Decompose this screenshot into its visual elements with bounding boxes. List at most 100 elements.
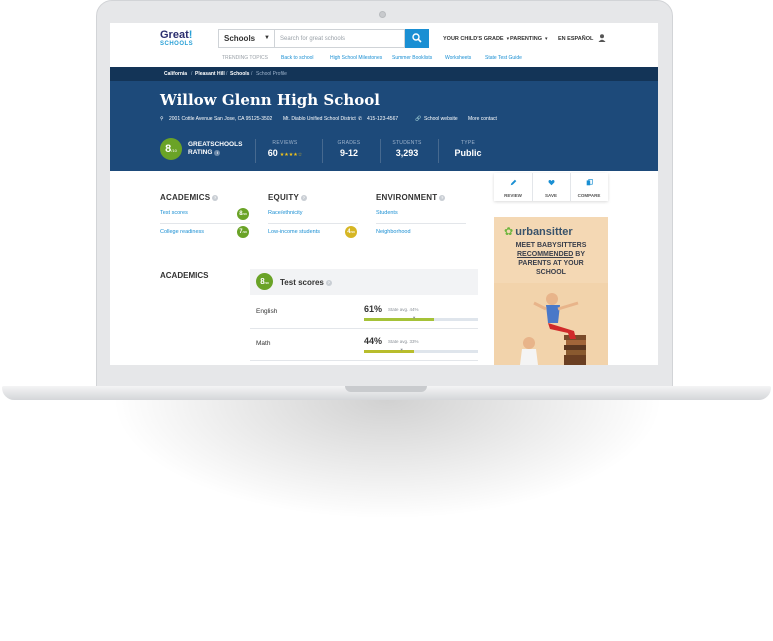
logo-bang: ! (188, 29, 193, 41)
chevron-down-icon: ▾ (506, 36, 510, 42)
compare-button[interactable]: COMPARE (570, 173, 608, 201)
camera-icon (379, 11, 386, 18)
stat-type: TYPE Public (433, 140, 503, 158)
rating-label: GREATSCHOOLS RATING i (188, 141, 242, 157)
help-icon[interactable]: ? (439, 195, 446, 201)
help-icon[interactable]: ? (325, 280, 332, 286)
rating-suffix: /10 (171, 148, 177, 153)
trending-link[interactable]: Summer Booklists (392, 55, 432, 61)
flower-icon: ✿ (504, 226, 514, 238)
breadcrumb-separator: / (226, 71, 228, 77)
school-district[interactable]: Mt. Diablo Unified School District (283, 116, 356, 122)
breadcrumb-item[interactable]: Pleasant Hill (195, 71, 225, 77)
score-bar-fill (364, 350, 415, 353)
divider (268, 223, 358, 224)
review-button[interactable]: REVIEW (494, 173, 532, 201)
trending-link[interactable]: State Test Guide (485, 55, 522, 61)
trending-link[interactable]: High School Milestones (330, 55, 382, 61)
pencil-icon (510, 179, 516, 186)
school-website-link[interactable]: School website (424, 116, 458, 122)
category-link-neighborhood[interactable]: Neighborhood (376, 229, 411, 235)
ad-line: SCHOOL (536, 269, 566, 276)
state-average-marker-icon: ▼ (412, 315, 417, 320)
breadcrumb-current: School Profile (256, 71, 287, 77)
breadcrumb-separator: / (251, 71, 253, 77)
search-input[interactable]: Search for great schools (275, 29, 405, 48)
panel-header: 8/10 Test scores? (250, 269, 478, 295)
site-header: Great! SCHOOLS Schools ▼ Search for great… (110, 23, 658, 67)
screen: Great! SCHOOLS Schools ▼ Search for great… (110, 23, 658, 365)
state-average: State avg. 33% (388, 339, 419, 344)
category-link-college-readiness[interactable]: College readiness (160, 229, 204, 235)
score-bar (364, 350, 478, 353)
breadcrumb-item[interactable]: Schools (230, 71, 249, 77)
heart-icon (548, 180, 554, 186)
search-type-select[interactable]: Schools ▼ (218, 29, 275, 48)
rating-badge: 8/10 (237, 208, 249, 220)
laptop-notch (345, 386, 427, 392)
score-value: 61% (364, 304, 383, 314)
nav-label: YOUR CHILD'S GRADE (443, 36, 504, 42)
panel-title: Test scores (280, 278, 324, 287)
greatschools-logo[interactable]: Great! SCHOOLS (160, 29, 202, 48)
category-link-students[interactable]: Students (376, 210, 398, 216)
action-bar: REVIEW SAVE COMPARE (494, 173, 608, 201)
category-link-race-ethnicity[interactable]: Race/ethnicity (268, 210, 303, 216)
phone-icon: ✆ (358, 116, 363, 122)
stat-value: Public (454, 148, 482, 158)
ad-photo-illustration (494, 283, 608, 365)
rating-label-line: RATING (188, 149, 213, 156)
action-label: COMPARE (577, 193, 601, 198)
more-contact-link[interactable]: More contact (468, 116, 497, 122)
ad-copy: MEET BABYSITTERS RECOMMENDED BY PARENTS … (494, 241, 608, 277)
school-address[interactable]: 2001 Cottle Avenue San Jose, CA 95125-35… (169, 116, 272, 122)
save-button[interactable]: SAVE (532, 173, 570, 201)
ad-line: MEET BABYSITTERS (515, 242, 587, 249)
school-phone[interactable]: 415-123-4567 (367, 116, 398, 122)
category-link-low-income[interactable]: Low-income students (268, 229, 320, 235)
help-icon[interactable]: ? (212, 195, 219, 201)
info-icon[interactable]: i (214, 150, 221, 156)
trending-link[interactable]: Worksheets (445, 55, 471, 61)
score-value: 44% (364, 336, 383, 346)
star-rating-icon: ★★★★☆ (279, 152, 303, 158)
nav-espanol[interactable]: EN ESPAÑOL (558, 36, 593, 42)
stat-students: STUDENTS 3,293 (372, 140, 442, 158)
score-bar-fill (364, 318, 434, 321)
laptop-mockup: Great! SCHOOLS Schools ▼ Search for great… (0, 0, 773, 641)
rating-badge: 8/10 (256, 273, 273, 290)
stat-reviews[interactable]: REVIEWS 60 ★★★★☆ (250, 140, 320, 158)
score-bar (364, 318, 478, 321)
laptop-lid: Great! SCHOOLS Schools ▼ Search for great… (96, 0, 673, 388)
nav-parenting[interactable]: PARENTING ▾ (510, 36, 548, 42)
category-title: ACADEMICS (160, 193, 211, 202)
rating-badge: 4/10 (345, 226, 357, 238)
trending-link[interactable]: Back to school (281, 55, 314, 61)
category-title: ENVIRONMENT (376, 193, 438, 202)
rating-label-line: GREATSCHOOLS (188, 141, 243, 148)
ad-line: PARENTS AT YOUR (518, 260, 584, 267)
nav-childs-grade[interactable]: YOUR CHILD'S GRADE ▾ (443, 36, 509, 42)
score-row: English 61% State avg. 44% ▼ (250, 297, 478, 329)
help-icon[interactable]: ? (300, 195, 307, 201)
action-label: SAVE (545, 193, 557, 198)
category-link-test-scores[interactable]: Test scores (160, 210, 188, 216)
search-type-value: Schools (224, 34, 256, 43)
subject-label: Math (256, 340, 271, 347)
search-button[interactable] (405, 29, 429, 48)
category-environment-title: ENVIRONMENT? (376, 193, 446, 202)
user-icon[interactable] (597, 33, 607, 43)
trending-label: TRENDING TOPICS (222, 55, 268, 61)
divider (376, 223, 466, 224)
state-average-marker-icon: ▼ (399, 347, 404, 352)
urbansitter-ad[interactable]: ✿ urbansitter MEET BABYSITTERS RECOMMENDE… (494, 217, 608, 365)
breadcrumb-item[interactable]: California (164, 71, 187, 77)
stat-label: STUDENTS (392, 140, 422, 146)
ad-line: RECOMMENDED (516, 251, 574, 258)
ad-brand: urbansitter (515, 226, 573, 238)
state-average: State avg. 44% (388, 307, 419, 312)
section-heading: ACADEMICS (160, 271, 209, 280)
greatschools-rating-badge: 8/10 (160, 138, 182, 160)
stat-label: REVIEWS (272, 140, 298, 146)
action-label: REVIEW (504, 193, 522, 198)
